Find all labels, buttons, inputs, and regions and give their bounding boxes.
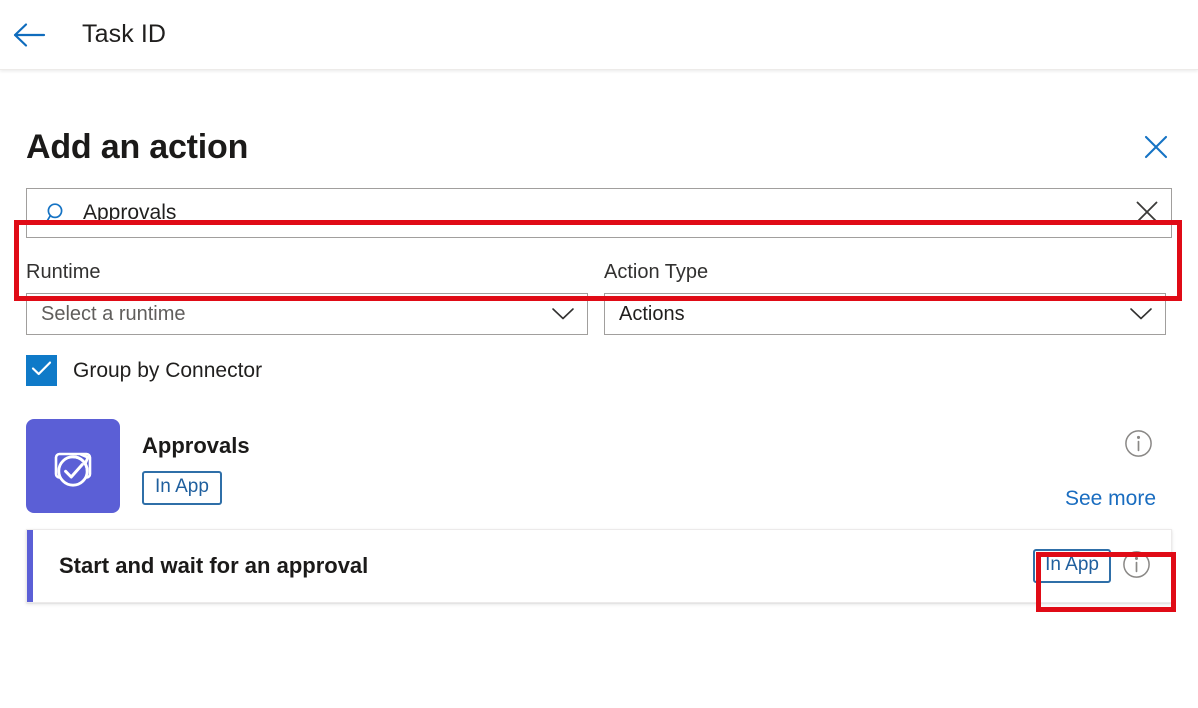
add-action-panel: Add an action Ru xyxy=(0,126,1198,603)
action-type-label: Action Type xyxy=(604,260,1166,284)
search-icon xyxy=(41,201,71,226)
search-bar[interactable] xyxy=(26,188,1172,238)
connector-name: Approvals xyxy=(142,433,250,459)
arrow-left-icon xyxy=(12,21,46,49)
see-more-link[interactable]: See more xyxy=(1065,487,1156,511)
page-title: Task ID xyxy=(82,20,166,49)
action-type-field: Action Type Actions xyxy=(604,260,1166,335)
group-by-connector-checkbox[interactable]: Group by Connector xyxy=(26,355,262,386)
close-button[interactable] xyxy=(1136,128,1176,168)
connector-group-approvals: Approvals In App See more xyxy=(26,419,1172,519)
action-accent-bar xyxy=(27,530,33,602)
info-icon xyxy=(1124,429,1153,461)
info-icon xyxy=(1122,550,1151,582)
connector-info-button[interactable] xyxy=(1122,429,1154,461)
back-button[interactable] xyxy=(6,12,52,58)
chevron-down-icon xyxy=(1129,306,1153,322)
connector-info: Approvals In App xyxy=(142,419,250,505)
checkmark-icon xyxy=(31,360,52,382)
action-type-value: Actions xyxy=(619,303,685,326)
action-meta: In App xyxy=(1033,549,1151,583)
search-clear-button[interactable] xyxy=(1125,191,1169,235)
connector-badge: In App xyxy=(142,471,222,505)
action-result-card[interactable]: Start and wait for an approval In App xyxy=(26,529,1172,603)
group-by-connector-label: Group by Connector xyxy=(73,359,262,383)
clear-icon xyxy=(1134,199,1160,228)
chevron-down-icon xyxy=(551,306,575,322)
panel-title: Add an action xyxy=(26,126,248,168)
action-title: Start and wait for an approval xyxy=(59,553,1033,579)
top-bar: Task ID xyxy=(0,0,1198,70)
action-badge: In App xyxy=(1033,549,1111,583)
filter-row: Runtime Select a runtime Action Type Act… xyxy=(26,260,1172,335)
runtime-label: Runtime xyxy=(26,260,588,284)
action-type-dropdown[interactable]: Actions xyxy=(604,293,1166,335)
checkbox-box xyxy=(26,355,57,386)
panel-header: Add an action xyxy=(26,126,1172,168)
action-info-button[interactable] xyxy=(1121,551,1151,581)
runtime-dropdown[interactable]: Select a runtime xyxy=(26,293,588,335)
runtime-value: Select a runtime xyxy=(41,303,186,326)
approvals-connector-icon xyxy=(26,419,120,513)
close-icon xyxy=(1143,134,1169,163)
connector-actions: See more xyxy=(1012,419,1172,519)
runtime-field: Runtime Select a runtime xyxy=(26,260,588,335)
search-input[interactable] xyxy=(71,190,1125,236)
